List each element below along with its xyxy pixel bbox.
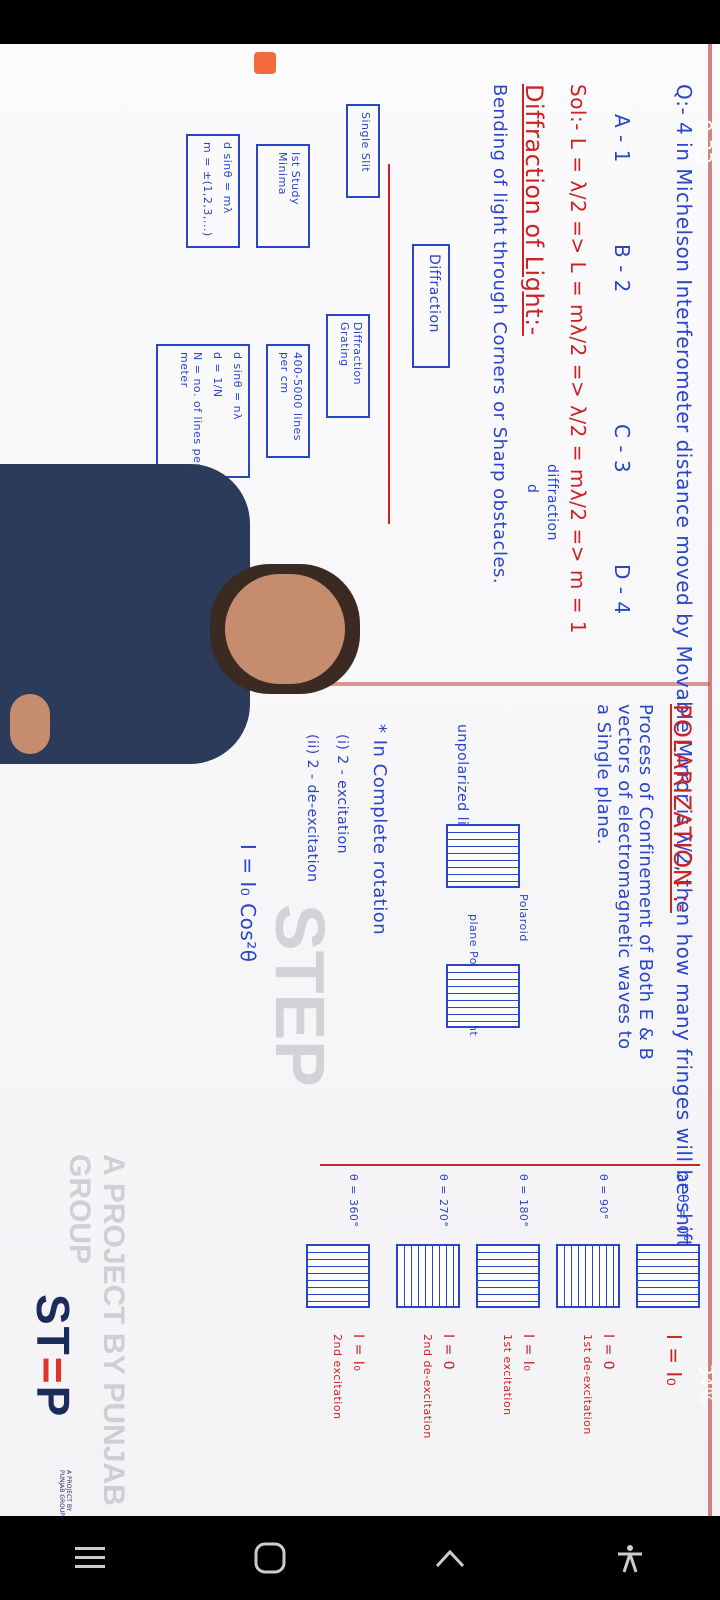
logo-part1: ST	[27, 1294, 79, 1357]
tree-right: Diffraction Grating	[338, 322, 364, 386]
angle-90: θ = 90°	[597, 1174, 610, 1220]
status-battery: 34%	[695, 1363, 716, 1404]
tree-left-formula2: m = ±(1,2,3,...)	[201, 142, 214, 237]
polaroid-180deg	[476, 1244, 540, 1308]
record-icon[interactable]	[254, 52, 276, 74]
logo-subtitle: A PROJECT BY PUNJAB GROUP	[58, 1470, 72, 1516]
polaroid-1	[446, 824, 520, 888]
polaroid-270deg	[396, 1244, 460, 1308]
tree-left: Single Slit	[359, 112, 372, 173]
tree-root-box: Diffraction	[412, 244, 450, 368]
result-180: I = I₀	[520, 1334, 536, 1372]
single-slit-box: Single Slit	[346, 104, 380, 198]
polaroid-label: Polaroid	[517, 894, 530, 942]
note-180: 1st excitation	[501, 1334, 514, 1416]
video-frame[interactable]: Q:- 4 in Michelson Interferometer distan…	[0, 44, 720, 1516]
home-icon	[254, 1542, 286, 1574]
tree-root: Diffraction	[426, 254, 442, 333]
result-90: I = 0	[600, 1334, 616, 1371]
note-90: 1st de-excitation	[581, 1334, 594, 1435]
tree-left-formula: d sinθ = mλ	[221, 142, 234, 214]
angle-270: θ = 270°	[437, 1174, 450, 1228]
polaroid-2	[446, 964, 520, 1028]
polaroid-90deg	[556, 1244, 620, 1308]
angle-360: θ = 360°	[347, 1174, 360, 1228]
d-label: d	[524, 484, 540, 494]
note-360: 2nd excitation	[331, 1334, 344, 1420]
tree-left-child: Ist Study Minima	[276, 152, 302, 206]
option-d: D - 4	[610, 564, 634, 615]
presenter	[0, 424, 400, 784]
status-bar: 8:33 34%	[676, 44, 720, 1516]
step-logo: ST=P	[26, 1294, 80, 1418]
diffraction-definition: Bending of light through Corners or Shar…	[489, 84, 510, 585]
result-270: I = 0	[440, 1334, 456, 1371]
option-a: A - 1	[610, 114, 634, 163]
option-c: C - 3	[610, 424, 634, 474]
diffraction-title: Diffraction of Light:-	[520, 84, 548, 336]
accessibility-icon	[618, 1545, 642, 1573]
whiteboard: Q:- 4 in Michelson Interferometer distan…	[0, 44, 720, 1516]
tree-right-formula2: d = 1/N	[211, 352, 224, 398]
step-watermark: STEP	[261, 904, 339, 1087]
nav-assist-button[interactable]	[590, 1528, 670, 1588]
navigation-bar	[0, 1516, 720, 1600]
malus-law: I = I₀ Cos²θ	[236, 844, 260, 963]
note-270: 2nd de-excitation	[421, 1334, 434, 1439]
menu-icon	[75, 1547, 105, 1568]
minima-box: Ist Study Minima	[256, 144, 310, 248]
solution-text: Sol:- L = λ/2 => L = mλ/2 => λ/2 = mλ/2 …	[566, 84, 590, 635]
nav-back-button[interactable]	[410, 1528, 490, 1588]
presenter-face	[225, 574, 345, 684]
result-360: I = I₀	[350, 1334, 366, 1372]
polaroid-360deg	[306, 1244, 370, 1308]
diffraction-label: diffraction	[544, 464, 560, 541]
tree-right-formula: d sinθ = nλ	[231, 352, 244, 421]
grating-box: Diffraction Grating	[326, 314, 370, 418]
logo-part2: P	[27, 1385, 79, 1419]
chevron-up-icon	[435, 1549, 465, 1568]
single-slit-formula-box: d sinθ = mλ m = ±(1,2,3,...)	[186, 134, 240, 248]
logo-equal-icon: =	[27, 1356, 79, 1386]
polarization-definition: Process of Confinement of Both E & B vec…	[593, 704, 656, 1061]
option-b: B - 2	[610, 244, 634, 293]
presenter-hand	[10, 694, 50, 754]
nav-home-button[interactable]	[230, 1528, 310, 1588]
nav-menu-button[interactable]	[50, 1528, 130, 1588]
angle-180: θ = 180°	[517, 1174, 530, 1228]
status-time: 8:33	[692, 119, 716, 164]
angle-bracket	[320, 1164, 700, 1166]
